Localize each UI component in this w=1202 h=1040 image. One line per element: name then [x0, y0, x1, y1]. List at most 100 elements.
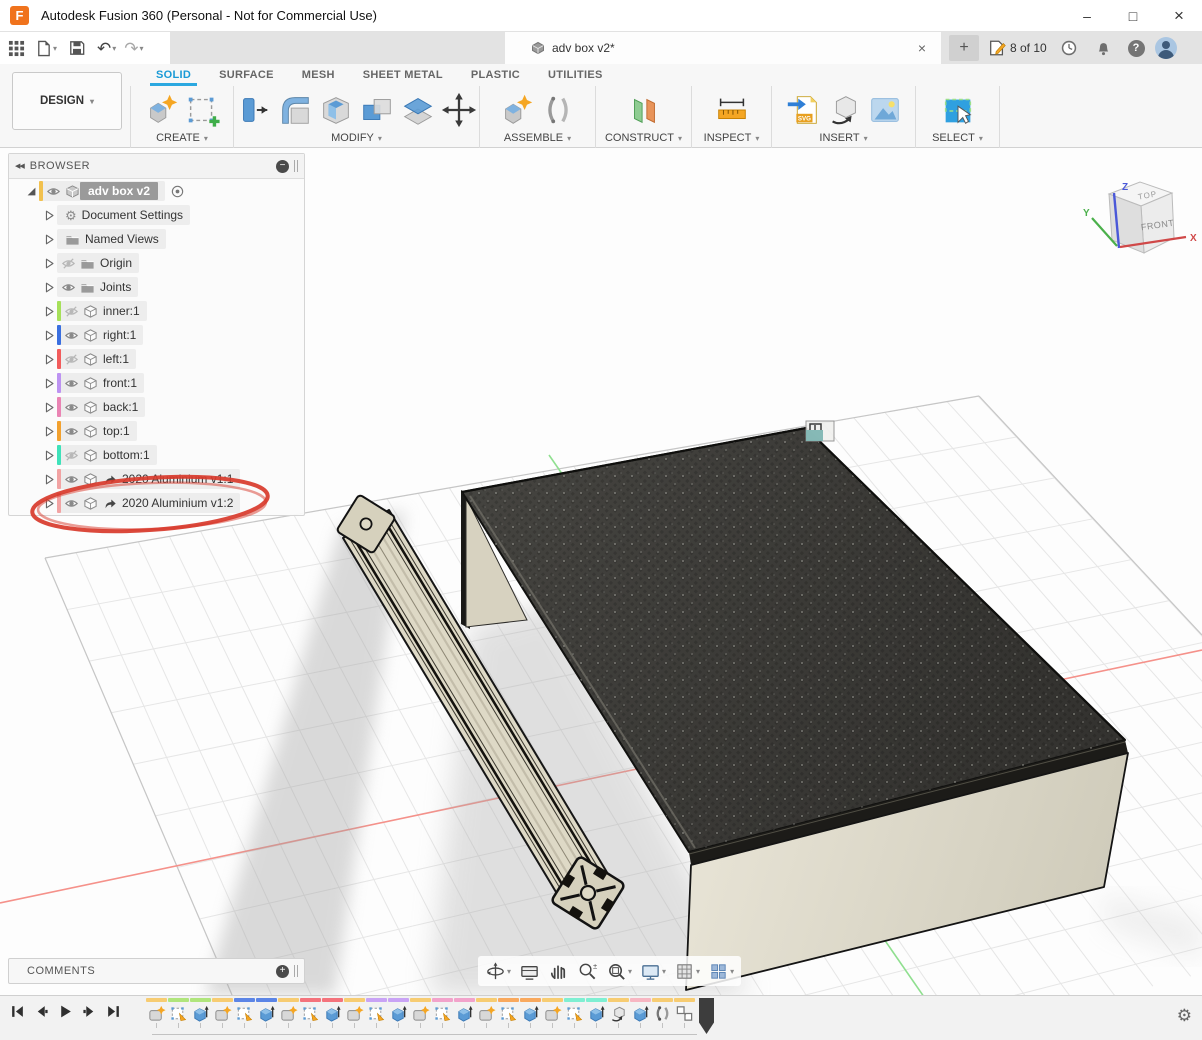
tab-surface[interactable]: SURFACE: [205, 65, 288, 86]
timeline-settings-gear-icon[interactable]: ⚙: [1177, 1006, 1192, 1026]
tree-arrow[interactable]: [43, 353, 56, 366]
tree-arrow[interactable]: [43, 473, 56, 486]
timeline-op-extrude-3[interactable]: [190, 998, 211, 1028]
split-icon[interactable]: [399, 91, 437, 129]
viewport-canvas[interactable]: TOP FRONT Z Y X ◀◀ BROWSER − adv box v2⚙…: [0, 148, 1202, 995]
timeline-op-joint-24[interactable]: [652, 998, 673, 1028]
visibility-eye-icon[interactable]: [64, 376, 79, 391]
new-tab-button[interactable]: +: [949, 35, 979, 61]
browser-item-label[interactable]: adv box v2: [80, 182, 158, 200]
comments-bar[interactable]: COMMENTS +: [8, 958, 305, 984]
tree-arrow[interactable]: [43, 233, 56, 246]
select-dropdown[interactable]: SELECT▾: [932, 132, 983, 148]
extrude-feature-icon[interactable]: [455, 1004, 474, 1023]
browser-item-label[interactable]: right:1: [103, 328, 136, 342]
extrude-feature-icon[interactable]: [191, 1004, 210, 1023]
save-icon[interactable]: [69, 40, 85, 56]
ground-shadow-target-icon[interactable]: [170, 184, 185, 199]
tab-plastic[interactable]: PLASTIC: [457, 65, 534, 86]
job-status-icon[interactable]: [1058, 37, 1080, 59]
timeline-position-marker[interactable]: [699, 998, 714, 1034]
display-button[interactable]: ▾: [637, 959, 669, 984]
collapse-arrow-icon[interactable]: [41, 449, 57, 462]
browser-item-named-views[interactable]: Named Views: [9, 227, 304, 251]
derive-icon[interactable]: [825, 91, 863, 129]
browser-item-origin[interactable]: Origin: [9, 251, 304, 275]
collapse-panel-icon[interactable]: ◀◀: [15, 162, 24, 170]
joint-icon[interactable]: [539, 91, 577, 129]
grid-display-button[interactable]: ▾: [671, 959, 703, 984]
component-feature-icon[interactable]: [213, 1004, 232, 1023]
component-feature-icon[interactable]: [543, 1004, 562, 1023]
tree-arrow[interactable]: [43, 497, 56, 510]
help-icon[interactable]: ?: [1125, 37, 1147, 59]
shell-icon[interactable]: [317, 91, 355, 129]
collapse-arrow-icon[interactable]: [41, 257, 57, 270]
visibility-eye-off-icon[interactable]: [64, 304, 79, 319]
orbit-button[interactable]: ▾: [482, 959, 514, 984]
timeline-op-component-4[interactable]: [212, 998, 233, 1028]
browser-item-2020-aluminium-v1-1[interactable]: 2020 Aluminium v1:1: [9, 467, 304, 491]
skip-start-button[interactable]: [10, 1004, 25, 1024]
insert-svg-icon[interactable]: [784, 91, 822, 129]
play-button[interactable]: [58, 1004, 73, 1024]
construct-plane-icon[interactable]: [625, 91, 663, 129]
component-feature-icon[interactable]: [345, 1004, 364, 1023]
browser-item-label[interactable]: Named Views: [85, 232, 159, 246]
panel-grip[interactable]: [294, 160, 298, 172]
visibility-eye-icon[interactable]: [46, 184, 61, 199]
browser-item-label[interactable]: left:1: [103, 352, 129, 366]
timeline-op-derive-22[interactable]: [608, 998, 629, 1028]
collapse-arrow-icon[interactable]: [41, 377, 57, 390]
component-feature-icon[interactable]: [411, 1004, 430, 1023]
tab-solid[interactable]: SOLID: [142, 65, 205, 86]
minimize-button[interactable]: –: [1064, 0, 1110, 31]
modify-dropdown[interactable]: MODIFY▾: [331, 132, 382, 148]
collapse-arrow-icon[interactable]: [41, 233, 57, 246]
browser-item-label[interactable]: bottom:1: [103, 448, 150, 462]
timeline-op-extrude-23[interactable]: [630, 998, 651, 1028]
browser-item-front-1[interactable]: front:1: [9, 371, 304, 395]
zoom-button[interactable]: [574, 959, 601, 984]
timeline-op-extrude-6[interactable]: [256, 998, 277, 1028]
pan-button[interactable]: [545, 959, 572, 984]
sketch-feature-icon[interactable]: [367, 1004, 386, 1023]
browser-item-adv-box-v2[interactable]: adv box v2: [9, 179, 304, 203]
collapse-arrow-icon[interactable]: [41, 497, 57, 510]
browser-item-label[interactable]: Origin: [100, 256, 132, 270]
timeline-op-component-7[interactable]: [278, 998, 299, 1028]
construct-dropdown[interactable]: CONSTRUCT▾: [605, 132, 682, 148]
timeline-op-sketch-14[interactable]: [432, 998, 453, 1028]
tree-arrow[interactable]: [43, 401, 56, 414]
tree-arrow[interactable]: [43, 257, 56, 270]
close-button[interactable]: ×: [1156, 0, 1202, 31]
collapse-arrow-icon[interactable]: [41, 425, 57, 438]
extrude-feature-icon[interactable]: [631, 1004, 650, 1023]
timeline-op-sketch-11[interactable]: [366, 998, 387, 1028]
extrude-feature-icon[interactable]: [323, 1004, 342, 1023]
hide-all-icon[interactable]: −: [276, 160, 289, 173]
assemble-dropdown[interactable]: ASSEMBLE▾: [504, 132, 571, 148]
extrude-feature-icon[interactable]: [587, 1004, 606, 1023]
collapse-arrow-icon[interactable]: [41, 401, 57, 414]
component-feature-icon[interactable]: [477, 1004, 496, 1023]
tab-mesh[interactable]: MESH: [288, 65, 349, 86]
expand-arrow-icon[interactable]: [23, 185, 39, 198]
create-sketch-icon[interactable]: [184, 91, 222, 129]
browser-item-label[interactable]: Document Settings: [82, 208, 183, 222]
visibility-eye-icon[interactable]: [64, 424, 79, 439]
press-pull-icon[interactable]: [235, 91, 273, 129]
user-avatar[interactable]: [1155, 37, 1177, 59]
browser-item-back-1[interactable]: back:1: [9, 395, 304, 419]
timeline-op-component-13[interactable]: [410, 998, 431, 1028]
canvas-icon[interactable]: [866, 91, 904, 129]
rigid-group-feature-icon[interactable]: [675, 1004, 694, 1023]
add-comment-icon[interactable]: +: [276, 965, 289, 978]
timeline-op-extrude-9[interactable]: [322, 998, 343, 1028]
notifications-bell-icon[interactable]: [1092, 37, 1114, 59]
timeline-op-extrude-12[interactable]: [388, 998, 409, 1028]
browser-item-2020-aluminium-v1-2[interactable]: 2020 Aluminium v1:2: [9, 491, 304, 515]
sketch-feature-icon[interactable]: [433, 1004, 452, 1023]
fillet-icon[interactable]: [276, 91, 314, 129]
browser-item-label[interactable]: Joints: [100, 280, 131, 294]
